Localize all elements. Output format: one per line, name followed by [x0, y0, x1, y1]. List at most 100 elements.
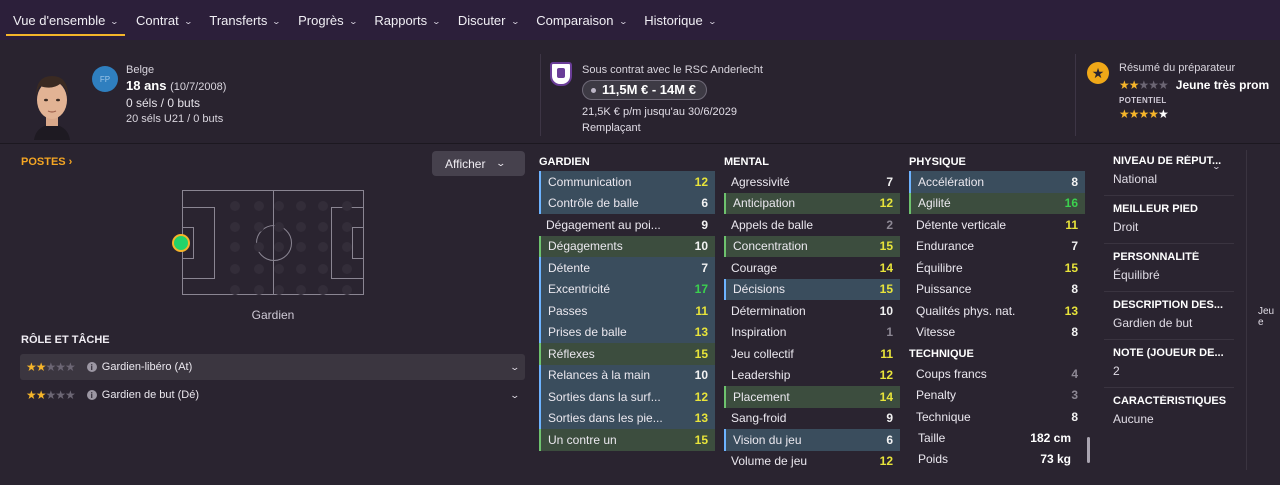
- attribute-row[interactable]: Détermination 10: [724, 300, 900, 322]
- position-dot[interactable]: [318, 285, 328, 295]
- attribute-row[interactable]: Qualités phys. nat. 13: [909, 300, 1085, 322]
- attribute-row[interactable]: Sang-froid 9: [724, 408, 900, 430]
- nav-tab[interactable]: Progrès ⌄: [289, 0, 365, 40]
- nav-tab[interactable]: Discuter ⌄: [449, 0, 527, 40]
- nav-tab[interactable]: Comparaison ⌄: [527, 0, 635, 40]
- postes-link[interactable]: POSTES ›: [21, 156, 72, 168]
- nav-tab[interactable]: Historique ⌄: [635, 0, 724, 40]
- nav-tab[interactable]: Rapports ⌄: [365, 0, 448, 40]
- transfer-value[interactable]: 11,5M € - 14M €: [582, 80, 707, 100]
- position-dot[interactable]: [274, 222, 284, 232]
- position-dot[interactable]: [296, 285, 306, 295]
- position-dot[interactable]: [230, 201, 240, 211]
- position-dot[interactable]: [296, 201, 306, 211]
- attribute-row[interactable]: Agressivité 7: [724, 171, 900, 193]
- attribute-row[interactable]: Relances à la main 10: [539, 364, 715, 386]
- position-dot[interactable]: [318, 201, 328, 211]
- attribute-row[interactable]: Appels de balle 2: [724, 214, 900, 236]
- position-dot[interactable]: [230, 264, 240, 274]
- coach-summary: Jeune très prom: [1175, 78, 1270, 92]
- attribute-value: 15: [694, 346, 708, 361]
- attribute-row[interactable]: Penalty 3: [909, 385, 1085, 407]
- attribute-row[interactable]: Passes 11: [539, 300, 715, 322]
- attribute-row[interactable]: Jeu collectif 11: [724, 343, 900, 365]
- position-dot[interactable]: [230, 222, 240, 232]
- afficher-label: Afficher: [445, 156, 486, 171]
- position-dot[interactable]: [274, 242, 284, 252]
- chevron-down-icon[interactable]: ⌄: [510, 390, 521, 401]
- attribute-row[interactable]: Coups francs 4: [909, 363, 1085, 385]
- position-dot[interactable]: [254, 201, 264, 211]
- position-dot[interactable]: [254, 285, 264, 295]
- attribute-row[interactable]: Contrôle de balle 6: [539, 192, 715, 214]
- goalkeeper-position-marker[interactable]: [172, 234, 190, 252]
- position-dot[interactable]: [342, 285, 352, 295]
- attribute-row[interactable]: Vitesse 8: [909, 322, 1085, 344]
- attribute-row[interactable]: Leadership 12: [724, 365, 900, 387]
- foot-value: Droit: [1113, 220, 1139, 234]
- attribute-row[interactable]: Détente 7: [539, 257, 715, 279]
- attribute-row[interactable]: Sorties dans la surf... 12: [539, 386, 715, 408]
- attribute-row[interactable]: Technique 8: [909, 406, 1085, 428]
- attribute-row[interactable]: Endurance 7: [909, 236, 1085, 258]
- chevron-down-icon[interactable]: ⌄: [510, 362, 521, 373]
- attribute-row[interactable]: Décisions 15: [724, 278, 900, 300]
- position-dot[interactable]: [254, 222, 264, 232]
- role-row[interactable]: ★★★★★ i Gardien de but (Dé) ⌄: [20, 382, 525, 408]
- attribute-row[interactable]: Agilité 16: [909, 192, 1085, 214]
- attribute-row[interactable]: Inspiration 1: [724, 322, 900, 344]
- position-dot[interactable]: [342, 264, 352, 274]
- position-dot[interactable]: [274, 201, 284, 211]
- position-dot[interactable]: [342, 222, 352, 232]
- attribute-row[interactable]: Prises de balle 13: [539, 321, 715, 343]
- attribute-row[interactable]: Communication 12: [539, 171, 715, 193]
- attribute-row[interactable]: Vision du jeu 6: [724, 429, 900, 451]
- attribute-row[interactable]: Concentration 15: [724, 235, 900, 257]
- position-dot[interactable]: [318, 242, 328, 252]
- position-dot[interactable]: [342, 242, 352, 252]
- attribute-row[interactable]: Un contre un 15: [539, 429, 715, 451]
- attribute-row[interactable]: Placement 14: [724, 386, 900, 408]
- attribute-row[interactable]: Sorties dans les pie... 13: [539, 407, 715, 429]
- traits-label: CARACTÉRISTIQUES: [1113, 395, 1227, 407]
- position-dot[interactable]: [254, 242, 264, 252]
- attribute-row[interactable]: Courage 14: [724, 257, 900, 279]
- nav-tab[interactable]: Transferts ⌄: [200, 0, 289, 40]
- scrollbar[interactable]: [1087, 437, 1090, 463]
- info-icon[interactable]: i: [86, 390, 97, 400]
- attribute-row[interactable]: Accélération 8: [909, 171, 1085, 193]
- position-dot[interactable]: [296, 222, 306, 232]
- nav-tab[interactable]: Vue d'ensemble ⌄: [4, 0, 127, 40]
- attribute-row[interactable]: Détente verticale 11: [909, 214, 1085, 236]
- position-dot[interactable]: [254, 264, 264, 274]
- attribute-row[interactable]: Réflexes 15: [539, 343, 715, 365]
- position-dot[interactable]: [230, 242, 240, 252]
- role-row[interactable]: ★★★★★ i Gardien-libéro (At) ⌄: [20, 354, 525, 380]
- attribute-row[interactable]: Anticipation 12: [724, 192, 900, 214]
- afficher-dropdown[interactable]: Afficher ⌄: [432, 151, 525, 176]
- club-line: Sous contrat avec le RSC Anderlecht: [582, 64, 763, 76]
- position-dot[interactable]: [296, 264, 306, 274]
- attribute-name: Communication: [548, 174, 632, 189]
- attribute-row[interactable]: Excentricité 17: [539, 278, 715, 300]
- reputation-block[interactable]: NIVEAU DE RÉPUT... National ⌄: [1104, 148, 1234, 196]
- nav-tab[interactable]: Contrat ⌄: [127, 0, 200, 40]
- attribute-value: 14: [879, 260, 893, 275]
- attribute-row[interactable]: Équilibre 15: [909, 257, 1085, 279]
- attribute-row[interactable]: Puissance 8: [909, 279, 1085, 301]
- position-dot[interactable]: [318, 264, 328, 274]
- chevron-down-icon: ⌄: [510, 16, 520, 26]
- position-dot[interactable]: [230, 285, 240, 295]
- position-dot[interactable]: [296, 242, 306, 252]
- position-dot[interactable]: [274, 285, 284, 295]
- info-icon[interactable]: i: [86, 362, 97, 372]
- position-dot[interactable]: [342, 201, 352, 211]
- club-crest-icon[interactable]: [550, 62, 572, 86]
- chevron-down-icon[interactable]: ⌄: [1212, 162, 1221, 171]
- position-dot[interactable]: [318, 222, 328, 232]
- attribute-row[interactable]: Volume de jeu 12: [724, 451, 900, 473]
- attribute-row[interactable]: Dégagements 10: [539, 235, 715, 257]
- position-dot[interactable]: [274, 264, 284, 274]
- attribute-row[interactable]: Dégagement au poi... 9: [539, 214, 715, 236]
- coach-report[interactable]: Résumé du préparateur ★★★★★ Jeune très p…: [1119, 62, 1269, 121]
